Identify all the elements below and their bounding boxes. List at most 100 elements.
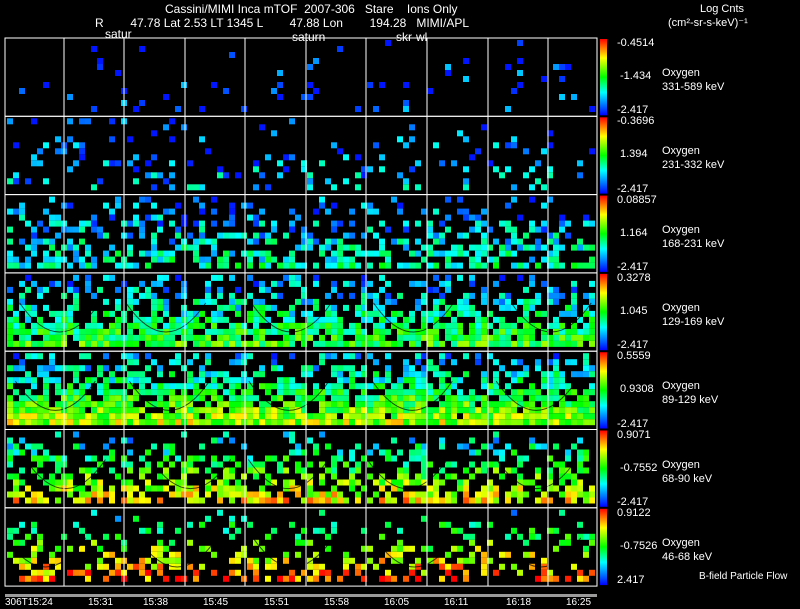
heatmap-cell [289, 575, 295, 582]
heatmap-cell [79, 491, 85, 498]
heatmap-cell [217, 286, 223, 293]
heatmap-cell [331, 280, 337, 287]
heatmap-cell [193, 238, 199, 245]
heatmap-cell [199, 365, 205, 372]
heatmap-cell [349, 292, 355, 299]
heatmap-cell [463, 467, 469, 474]
heatmap-cell [235, 328, 241, 335]
heatmap-cell [283, 274, 289, 281]
heatmap-cell [511, 449, 517, 456]
heatmap-cell [319, 401, 325, 408]
heatmap-cell [331, 220, 337, 227]
heatmap-cell [229, 250, 235, 257]
heatmap-cell [145, 485, 151, 492]
heatmap-cell [217, 172, 223, 179]
heatmap-cell [103, 353, 109, 360]
heatmap-cell [19, 238, 25, 245]
heatmap-cell [427, 244, 433, 251]
heatmap-cell [541, 377, 547, 384]
heatmap-cell [589, 262, 595, 269]
heatmap-cell [229, 395, 235, 402]
heatmap-cell [583, 365, 589, 372]
heatmap-cell [397, 262, 403, 269]
heatmap-cell [505, 413, 511, 420]
heatmap-cell [55, 250, 61, 257]
heatmap-cell [583, 220, 589, 227]
heatmap-cell [295, 274, 301, 281]
heatmap-cell [373, 419, 379, 426]
heatmap-cell [79, 256, 85, 263]
heatmap-cell [325, 497, 331, 504]
heatmap-cell [169, 316, 175, 323]
heatmap-cell [79, 401, 85, 408]
heatmap-cell [31, 238, 37, 245]
heatmap-cell [457, 479, 463, 486]
heatmap-cell [19, 491, 25, 498]
heatmap-cell [163, 94, 169, 100]
heatmap-cell [331, 328, 337, 335]
heatmap-cell [529, 196, 535, 203]
heatmap-cell [457, 563, 463, 570]
heatmap-cell [559, 467, 565, 474]
heatmap-cell [385, 353, 391, 360]
heatmap-cell [337, 328, 343, 335]
heatmap-cell [511, 467, 517, 474]
heatmap-cell [187, 491, 193, 498]
heatmap-cell [505, 383, 511, 390]
heatmap-cell [277, 365, 283, 372]
heatmap-cell [259, 328, 265, 335]
heatmap-cell [397, 292, 403, 299]
heatmap-cell [559, 539, 565, 546]
heatmap-cell [469, 521, 475, 528]
heatmap-cell [469, 310, 475, 317]
heatmap-cell [151, 202, 157, 209]
heatmap-cell [589, 340, 595, 347]
heatmap-cell [259, 124, 265, 131]
heatmap-cell [247, 467, 253, 474]
heatmap-cell [373, 328, 379, 335]
heatmap-cell [421, 455, 427, 462]
heatmap-cell [367, 334, 373, 341]
heatmap-cell [307, 371, 313, 378]
heatmap-cell [427, 407, 433, 414]
heatmap-cell [373, 443, 379, 450]
heatmap-cell [427, 491, 433, 498]
heatmap-cell [31, 226, 37, 233]
heatmap-cell [31, 160, 37, 167]
heatmap-cell [319, 419, 325, 426]
heatmap-cell [343, 232, 349, 239]
heatmap-cell [355, 563, 361, 570]
heatmap-cell [169, 220, 175, 227]
heatmap-cell [553, 298, 559, 305]
heatmap-cell [343, 377, 349, 384]
heatmap-cell [391, 310, 397, 317]
heatmap-cell [517, 340, 523, 347]
heatmap-cell [181, 124, 187, 131]
heatmap-cell [511, 359, 517, 366]
heatmap-cell [67, 316, 73, 323]
heatmap-cell [529, 551, 535, 558]
heatmap-cell [67, 286, 73, 293]
heatmap-cell [49, 551, 55, 558]
heatmap-cell [289, 256, 295, 263]
heatmap-cell [283, 389, 289, 396]
heatmap-cell [541, 280, 547, 287]
heatmap-cell [307, 310, 313, 317]
heatmap-cell [523, 479, 529, 486]
heatmap-cell [553, 527, 559, 534]
heatmap-cell [193, 497, 199, 504]
heatmap-cell [79, 226, 85, 233]
heatmap-cell [271, 292, 277, 299]
heatmap-cell [589, 491, 595, 498]
heatmap-cell [469, 340, 475, 347]
heatmap-cell [583, 359, 589, 366]
heatmap-cell [85, 491, 91, 498]
heatmap-cell [127, 328, 133, 335]
heatmap-cell [79, 340, 85, 347]
heatmap-cell [349, 244, 355, 251]
heatmap-cell [421, 515, 427, 522]
heatmap-cell [67, 94, 73, 100]
heatmap-cell [577, 413, 583, 420]
heatmap-cell [91, 262, 97, 269]
heatmap-cell [13, 208, 19, 215]
